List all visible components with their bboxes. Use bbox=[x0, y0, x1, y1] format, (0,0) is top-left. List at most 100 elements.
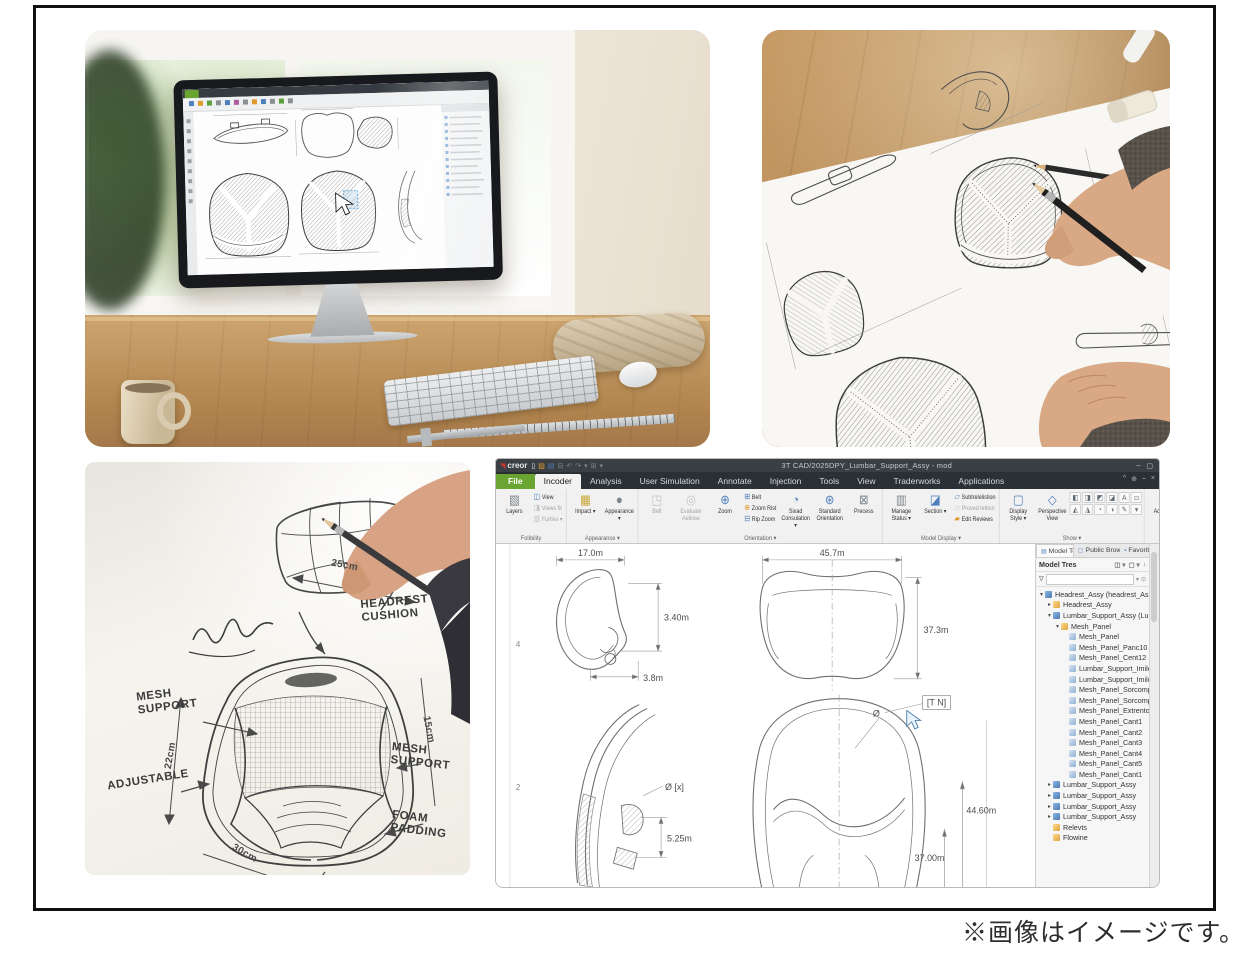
ribbon-button[interactable]: ◔Sixad Consulation ▾ bbox=[779, 490, 812, 534]
tree-expander[interactable]: ▸ bbox=[1046, 813, 1053, 820]
tree-toolbar-icon[interactable]: ↕ bbox=[1143, 561, 1146, 569]
ribbon-button[interactable]: ▦Impact ▾ bbox=[569, 490, 602, 534]
tree-item[interactable]: ▾ Headrest_Assy (headrest_Assy) bbox=[1038, 589, 1149, 600]
show-toggle-icon[interactable]: A bbox=[1119, 492, 1130, 503]
tree-item[interactable]: Lumbar_Support_Imilost_hanel16 bbox=[1062, 674, 1149, 685]
ribbon-button[interactable]: ▰Edit Reviews bbox=[953, 514, 998, 524]
show-toggle-icon[interactable]: ▭ bbox=[1131, 492, 1142, 503]
ribbon-button[interactable]: ●Appearance ▾ bbox=[603, 490, 636, 534]
tree-expander[interactable]: ▸ bbox=[1046, 803, 1053, 810]
tree-item[interactable]: Mesh_Panel_Extrenton_panel bbox=[1062, 706, 1149, 717]
show-toggle-icon[interactable]: ◮ bbox=[1082, 504, 1093, 515]
tree-expander[interactable]: ▸ bbox=[1046, 601, 1053, 608]
ribbon-tab[interactable]: Incoder bbox=[535, 474, 581, 489]
tree-expander[interactable]: ▸ bbox=[1046, 781, 1053, 788]
tree-expander[interactable]: ▾ bbox=[1038, 591, 1045, 598]
ribbon-button[interactable]: ▥Furties ▾ bbox=[532, 514, 565, 524]
titlebar-control-icon[interactable]: – bbox=[1136, 462, 1140, 470]
show-toggle-icon[interactable]: ◩ bbox=[1094, 492, 1105, 503]
tree-filter-input[interactable] bbox=[1046, 574, 1134, 585]
ribbon-button[interactable]: ▱Subtrelelistion bbox=[953, 492, 998, 502]
tree-item[interactable]: ▸ Headrest_Assy bbox=[1046, 600, 1149, 611]
scrollbar-thumb[interactable] bbox=[1151, 552, 1157, 622]
ribbon-tab[interactable]: Analysis bbox=[581, 474, 631, 489]
tree-item[interactable]: Mesh_Panel bbox=[1062, 631, 1149, 642]
tree-item[interactable]: Relevts bbox=[1046, 822, 1149, 833]
filter-control-icon[interactable]: ⊙ bbox=[1141, 576, 1146, 583]
ribbon-tab[interactable]: Injection bbox=[761, 474, 811, 489]
ribbon-control-icon[interactable]: – bbox=[1142, 475, 1146, 483]
ribbon-tab[interactable]: Tools bbox=[810, 474, 848, 489]
tree-item[interactable]: ▸ Lumbar_Support_Assy bbox=[1046, 790, 1149, 801]
tree-item[interactable]: Mesh_Panel_Cant1 bbox=[1062, 769, 1149, 780]
tree-item[interactable]: Mesh_Panel_Sorcompra_panel bbox=[1062, 684, 1149, 695]
show-toggle-icon[interactable]: ▾ bbox=[1131, 504, 1142, 515]
tree-item[interactable]: Mesh_Panel_Cant5 bbox=[1062, 759, 1149, 770]
show-toggle-icon[interactable]: ✎ bbox=[1119, 504, 1130, 515]
ribbon-button[interactable]: ◫View bbox=[532, 492, 565, 502]
quick-access-icon[interactable]: ↷ bbox=[575, 462, 581, 470]
drawing-canvas[interactable]: 4 2 bbox=[496, 544, 1035, 887]
quick-access-icon[interactable]: ▨ bbox=[538, 462, 545, 470]
show-toggle-icon[interactable]: ◭ bbox=[1070, 504, 1081, 515]
tree-item[interactable]: ▸ Lumbar_Support_Assy bbox=[1046, 811, 1149, 822]
ribbon-button[interactable]: ▱Proved lettion bbox=[953, 503, 998, 513]
quick-access-icon[interactable]: ↶ bbox=[566, 462, 572, 470]
panel-tab[interactable]: ▪ Favorite bbox=[1120, 544, 1149, 557]
ribbon-button[interactable]: ⊛Standard Orientation bbox=[813, 490, 846, 534]
ribbon-control-icon[interactable]: ⊕ bbox=[1131, 475, 1137, 483]
tree-expander[interactable]: ▾ bbox=[1046, 612, 1053, 619]
ribbon-button[interactable]: ▢Display Style ▾ bbox=[1002, 490, 1035, 534]
tree-expander[interactable]: ▾ bbox=[1054, 623, 1061, 630]
tree-item[interactable]: Lumbar_Support_Imilost_panel bbox=[1062, 663, 1149, 674]
ribbon-tab[interactable]: View bbox=[848, 474, 884, 489]
ribbon-tab[interactable]: Traderworks bbox=[885, 474, 950, 489]
ribbon-button[interactable]: ▧Layers bbox=[498, 490, 531, 534]
ribbon-control-icon[interactable]: × bbox=[1151, 475, 1155, 483]
ribbon-button[interactable]: ⊕Zoom bbox=[708, 490, 741, 534]
quick-access-icon[interactable]: ▾ bbox=[584, 462, 588, 470]
scrollbar[interactable] bbox=[1149, 544, 1159, 887]
ribbon-button[interactable]: ◎Evaluate Aeliose bbox=[674, 490, 707, 534]
quick-access-icon[interactable]: ⊞ bbox=[591, 462, 597, 470]
tree-toolbar-icon[interactable]: ▢ ▾ bbox=[1129, 561, 1140, 569]
show-toggle-icon[interactable]: ◑ bbox=[1106, 504, 1117, 515]
quick-access-icon[interactable]: ▯ bbox=[531, 462, 535, 470]
tree-item[interactable]: Mesh_Panel_Cant3 bbox=[1062, 737, 1149, 748]
ribbon-tab[interactable]: User Simulation bbox=[631, 474, 709, 489]
ribbon-button[interactable]: ◇Perspective View bbox=[1036, 490, 1069, 534]
quick-access-icon[interactable]: ⊟ bbox=[558, 462, 564, 470]
tree-item[interactable]: ▾ Mesh_Panel bbox=[1054, 621, 1149, 632]
titlebar-control-icon[interactable]: ▢ bbox=[1146, 462, 1153, 470]
ribbon-button[interactable]: ◳Belt bbox=[640, 490, 673, 534]
tree-item[interactable]: Mesh_Panel_Cant2 bbox=[1062, 727, 1149, 738]
tree-item[interactable]: Mesh_Panel_Cent12 bbox=[1062, 653, 1149, 664]
tree-item[interactable]: Mesh_Panel_Cant1 bbox=[1062, 716, 1149, 727]
tree-item[interactable]: Mesh_Panel_Sorcompra_hanel4 bbox=[1062, 695, 1149, 706]
ribbon-tab[interactable]: Applications bbox=[949, 474, 1013, 489]
panel-tab[interactable]: ▢ Public Browser bbox=[1074, 544, 1120, 557]
show-toggle-icon[interactable]: ◪ bbox=[1106, 492, 1117, 503]
ribbon-tab[interactable]: Annotate bbox=[709, 474, 761, 489]
tree-item[interactable]: ▸ Lumbar_Support_Assy bbox=[1046, 780, 1149, 791]
ribbon-button[interactable]: ⊟Rip Zoom bbox=[742, 514, 778, 524]
tree-toolbar-icon[interactable]: ◫ ▾ bbox=[1114, 561, 1125, 569]
ribbon-button[interactable]: ⊞Belt bbox=[742, 492, 778, 502]
show-toggle-icon[interactable]: ◨ bbox=[1082, 492, 1093, 503]
tree-item[interactable]: ▾ Lumbar_Support_Assy (Lumbar_Suppo bbox=[1046, 610, 1149, 621]
ribbon-button[interactable]: ▥Manage Status ▾ bbox=[885, 490, 918, 534]
tree-item[interactable]: ▸ Lumbar_Support_Assy bbox=[1046, 801, 1149, 812]
show-toggle-icon[interactable]: ◔ bbox=[1094, 504, 1105, 515]
panel-tab[interactable]: ▤ Model Tox bbox=[1036, 544, 1074, 557]
tree-expander[interactable]: ▸ bbox=[1046, 792, 1053, 799]
ribbon-button[interactable]: ⊠Precess bbox=[847, 490, 880, 534]
tree-item[interactable]: Mesh_Panel_Cant4 bbox=[1062, 748, 1149, 759]
ribbon-control-icon[interactable]: ^ bbox=[1123, 475, 1126, 483]
ribbon-button[interactable]: ✓Activate bbox=[1147, 490, 1159, 534]
ribbon-button[interactable]: ⊕Zoom Rist bbox=[742, 503, 778, 513]
ribbon-button[interactable]: ◨Views fit bbox=[532, 503, 565, 513]
filter-control-icon[interactable]: ▾ bbox=[1136, 576, 1139, 583]
ribbon-tab[interactable]: File bbox=[496, 474, 535, 489]
quick-access-icon[interactable]: ▤ bbox=[548, 462, 555, 470]
show-toggle-icon[interactable]: ◧ bbox=[1070, 492, 1081, 503]
